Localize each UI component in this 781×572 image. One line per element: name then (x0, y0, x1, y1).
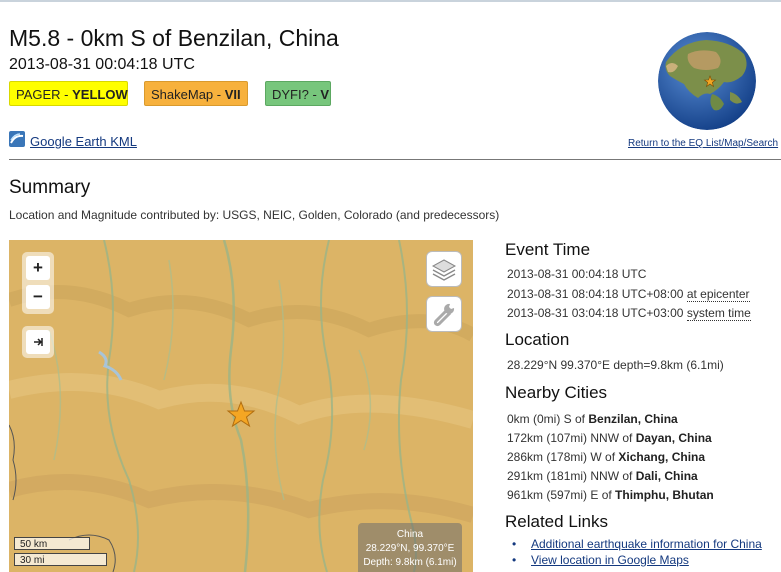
map-coords: 28.229°N, 99.370°E (365, 543, 455, 554)
map-panel[interactable]: + − 50 km 30 mi China 28.229°N, 99.370°E… (9, 240, 473, 572)
related-links-heading: Related Links (505, 512, 609, 531)
nearby-city: 172km (107mi) NNW of Dayan, China (507, 431, 712, 445)
scale-km: 50 km (14, 537, 90, 550)
settings-button[interactable] (426, 296, 462, 332)
nearby-cities-heading: Nearby Cities (505, 383, 608, 402)
kml-link[interactable]: Google Earth KML (30, 134, 137, 149)
location-heading: Location (505, 330, 570, 349)
nearby-city-distance: 0km (0mi) S of (507, 412, 589, 426)
nearby-city: 961km (597mi) E of Thimphu, Bhutan (507, 488, 714, 502)
nearby-city-distance: 291km (181mi) NNW of (507, 469, 636, 483)
bullet-icon: • (512, 537, 517, 551)
nearby-city-name: Dali, China (635, 469, 698, 483)
system-time-value: 2013-08-31 03:04:18 UTC+03:00 (507, 306, 684, 320)
zoom-in-button[interactable]: + (26, 256, 50, 280)
event-time-system: 2013-08-31 03:04:18 UTC+03:00 system tim… (507, 306, 751, 321)
nearby-city-distance: 286km (178mi) W of (507, 450, 619, 464)
bullet-icon: • (512, 553, 517, 567)
nearby-city: 286km (178mi) W of Xichang, China (507, 450, 705, 464)
nearby-city-name: Dayan, China (635, 431, 712, 445)
dyfi-badge-value: V (320, 87, 330, 102)
dyfi-badge-prefix: DYFI? - (272, 87, 321, 102)
contributor-text: Location and Magnitude contributed by: U… (9, 208, 500, 222)
top-border (0, 0, 781, 2)
nearby-city-name: Benzilan, China (588, 412, 678, 426)
map-depth: Depth: 9.8km (6.1mi) (363, 557, 457, 568)
layers-icon (431, 259, 457, 281)
nearby-city-name: Thimphu, Bhutan (615, 488, 714, 502)
pager-badge-value: YELLOW (72, 87, 128, 102)
related-link-additional-info[interactable]: Additional earthquake information for Ch… (531, 537, 762, 551)
nearby-city-name: Xichang, China (618, 450, 706, 464)
related-link-google-maps[interactable]: View location in Google Maps (531, 553, 689, 567)
epicenter-time-value: 2013-08-31 08:04:18 UTC+08:00 (507, 287, 684, 301)
epicenter-time-label: at epicenter (686, 287, 750, 302)
return-link[interactable]: Return to the EQ List/Map/Search (628, 138, 778, 149)
system-time-label: system time (686, 306, 751, 321)
divider (9, 159, 781, 160)
zoom-control: + − (22, 252, 54, 314)
wrench-icon (433, 303, 455, 327)
summary-heading: Summary (9, 177, 91, 198)
location-value: 28.229°N 99.370°E depth=9.8km (6.1mi) (507, 358, 724, 372)
page-title: M5.8 - 0km S of Benzilan, China (9, 25, 339, 51)
globe-thumbnail[interactable] (658, 32, 756, 130)
scale-mi: 30 mi (14, 553, 107, 566)
nearby-city: 0km (0mi) S of Benzilan, China (507, 412, 678, 426)
event-time-epicenter: 2013-08-31 08:04:18 UTC+08:00 at epicent… (507, 287, 750, 302)
layers-button[interactable] (426, 251, 462, 287)
map-location-label: China 28.229°N, 99.370°E Depth: 9.8km (6… (358, 523, 462, 572)
pager-badge-prefix: PAGER - (16, 87, 73, 102)
event-time-heading: Event Time (505, 240, 591, 259)
nearby-city: 291km (181mi) NNW of Dali, China (507, 469, 698, 483)
dyfi-badge[interactable]: DYFI? - V (265, 81, 331, 106)
fullscreen-control (22, 326, 54, 358)
nearby-city-distance: 961km (597mi) E of (507, 488, 616, 502)
shakemap-badge-value: VII (224, 87, 241, 102)
nearby-city-distance: 172km (107mi) NNW of (507, 431, 636, 445)
pager-badge[interactable]: PAGER - YELLOW (9, 81, 128, 106)
google-earth-icon (9, 131, 25, 147)
shakemap-badge-prefix: ShakeMap - (151, 87, 225, 102)
event-datetime: 2013-08-31 00:04:18 UTC (9, 56, 195, 73)
zoom-out-button[interactable]: − (26, 285, 50, 309)
expand-icon (34, 338, 43, 346)
map-region: China (396, 529, 424, 540)
shakemap-badge[interactable]: ShakeMap - VII (144, 81, 248, 106)
event-time-utc: 2013-08-31 00:04:18 UTC (507, 267, 647, 281)
fullscreen-button[interactable] (26, 330, 50, 354)
